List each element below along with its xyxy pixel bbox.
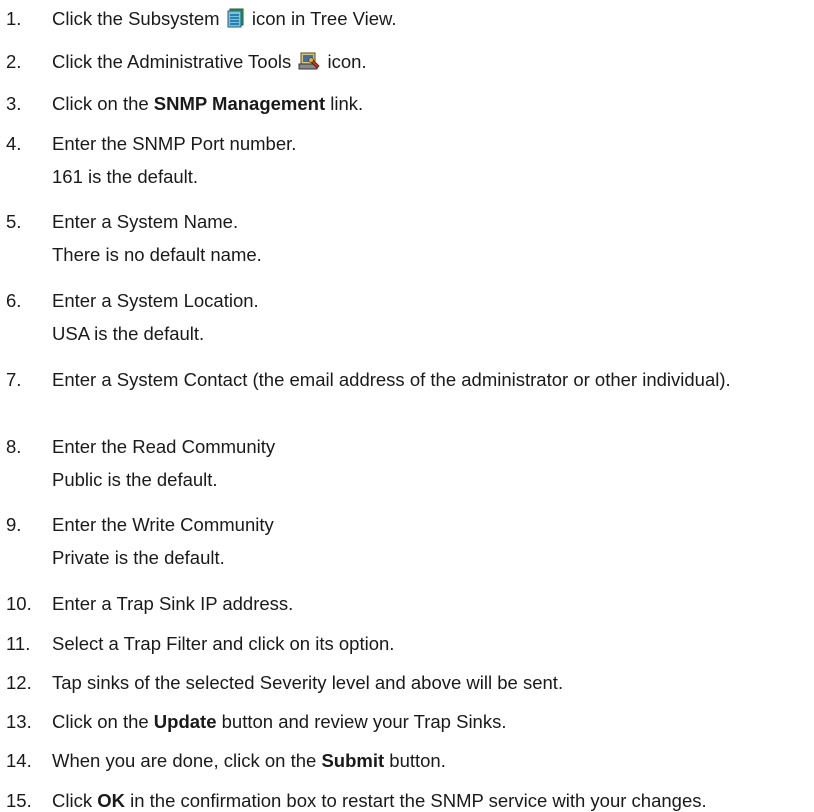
step-number: 1. [6,8,22,29]
step-text: Click OK in the confirmation box to rest… [52,790,707,811]
step-text: Enter the Write Community [52,514,274,535]
step-note: 161 is the default. [52,166,199,187]
step-number: 4. [6,133,22,154]
step-number: 3. [6,93,22,114]
submit-button-name: Submit [321,750,385,771]
step-text: Enter the Read Community [52,436,276,457]
step-text: Click on the SNMP Management link. [52,93,364,114]
step-number: 13. [6,711,32,732]
ok-button-name: OK [97,790,125,811]
subsystem-icon [227,8,245,33]
step-number: 5. [6,211,22,232]
step-text: Click the Subsystem icon in Tree View. [52,8,807,33]
step-note: USA is the default. [52,323,205,344]
step-number: 12. [6,672,32,693]
step-number: 6. [6,290,22,311]
step-note: Public is the default. [52,469,218,490]
step-text: Enter the SNMP Port number. [52,133,297,154]
step-text: Click the Administrative Tools icon. [52,51,807,76]
update-button-name: Update [153,711,217,732]
step-note: There is no default name. [52,244,262,265]
step-number: 11. [6,633,31,654]
step-number: 7. [6,369,22,390]
step-number: 9. [6,514,22,535]
step-text: Enter a System Name. [52,211,239,232]
snmp-management-link-name: SNMP Management [153,93,326,114]
step-text: Enter a System Contact (the email addres… [52,369,731,390]
step-text: Select a Trap Filter and click on its op… [52,633,395,654]
step-text: When you are done, click on the Submit b… [52,750,446,771]
step-number: 14. [6,750,32,771]
step-number: 15. [6,790,32,811]
step-text: Click on the Update button and review yo… [52,711,507,732]
step-number: 10. [6,593,32,614]
step-text: Enter a Trap Sink IP address. [52,593,294,614]
step-text: Tap sinks of the selected Severity level… [52,672,564,693]
step-text: Enter a System Location. [52,290,259,311]
step-number: 8. [6,436,22,457]
administrative-tools-icon [298,51,320,76]
step-number: 2. [6,51,22,72]
step-note: Private is the default. [52,547,225,568]
